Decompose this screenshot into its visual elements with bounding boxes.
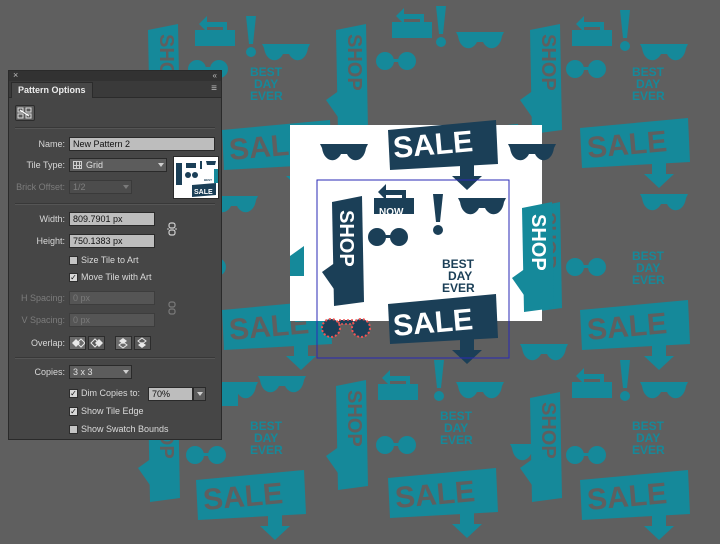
overlap-left-in-front-button[interactable] [69,336,86,350]
v-spacing-field[interactable]: 0 px [69,313,155,327]
brick-offset-label: Brick Offset: [16,182,65,192]
move-tile-with-art-label: Move Tile with Art [81,272,152,282]
show-swatch-bounds-label: Show Swatch Bounds [81,424,169,434]
panel-tab-row: Pattern Options ≡ [9,81,221,98]
dim-copies-dropdown-button[interactable] [193,387,206,401]
dim-copies-checkbox[interactable]: ✓ [69,389,78,398]
swatch-preview-art: SALE BEST [176,161,218,197]
overlap-bottom-icon [137,337,147,348]
grid-tile-icon [73,161,82,169]
svg-text:EVER: EVER [250,89,283,103]
height-field[interactable]: 750.1383 px [69,234,155,248]
overlap-bottom-in-front-button[interactable] [134,336,151,350]
overlap-right-icon [90,338,103,348]
collapse-icon[interactable]: « [213,70,217,81]
name-label: Name: [38,139,65,149]
svg-text:SHOP: SHOP [537,402,559,459]
svg-text:SHOP: SHOP [335,210,357,267]
svg-text:EVER: EVER [250,443,283,457]
copies-label: Copies: [34,367,65,377]
pattern-tile-tool-icon [17,107,32,119]
pattern-tile-tool-button[interactable] [15,105,35,121]
svg-text:EVER: EVER [632,273,665,287]
svg-text:EVER: EVER [440,433,473,447]
svg-text:EVER: EVER [442,281,475,295]
move-tile-with-art-checkbox[interactable]: ✓ [69,273,78,282]
show-tile-edge-checkbox[interactable]: ✓ [69,407,78,416]
svg-text:SALE: SALE [194,189,213,196]
close-icon[interactable]: × [13,70,18,81]
svg-text:SALE: SALE [202,477,285,517]
dim-copies-value[interactable]: 70% [148,387,193,401]
h-spacing-label: H Spacing: [20,293,65,303]
svg-text:NOW: NOW [379,207,404,218]
divider [15,357,215,359]
h-spacing-field[interactable]: 0 px [69,291,155,305]
pattern-options-panel: × « Pattern Options ≡ Name: New Pattern … [8,70,222,440]
show-tile-edge-label: Show Tile Edge [81,406,144,416]
height-label: Height: [36,236,65,246]
copies-value: 3 x 3 [73,367,93,377]
svg-text:EVER: EVER [632,443,665,457]
chevron-down-icon [123,185,129,189]
svg-text:SALE: SALE [586,477,669,517]
show-swatch-bounds-checkbox[interactable] [69,425,78,434]
link-proportions-icon[interactable] [167,222,177,236]
size-tile-to-art-label: Size Tile to Art [81,255,139,265]
brick-offset-value: 1/2 [73,182,86,192]
overlap-top-icon [118,338,128,349]
tile-type-value: Grid [86,160,104,170]
overlap-right-in-front-button[interactable] [88,336,105,350]
dim-copies-label: Dim Copies to: [81,388,141,398]
v-spacing-label: V Spacing: [21,315,65,325]
svg-text:SALE: SALE [392,125,475,165]
swatch-preview: SALE BEST [173,156,219,199]
tab-pattern-options[interactable]: Pattern Options [11,82,93,98]
svg-text:SALE: SALE [586,307,669,347]
svg-text:SALE: SALE [394,475,477,515]
tile-type-label: Tile Type: [26,160,65,170]
svg-text:EVER: EVER [632,89,665,103]
svg-text:SHOP: SHOP [343,390,365,447]
divider [15,203,215,205]
overlap-top-in-front-button[interactable] [115,336,132,350]
chevron-down-icon [197,392,203,396]
name-field[interactable]: New Pattern 2 [69,137,215,151]
overlap-left-icon [72,338,86,348]
link-spacing-icon[interactable] [167,301,177,315]
divider [15,127,215,129]
size-tile-to-art-checkbox[interactable] [69,256,78,265]
svg-text:SHOP: SHOP [343,34,365,91]
copies-select[interactable]: 3 x 3 [69,365,132,379]
chevron-down-icon [123,370,129,374]
overlap-label: Overlap: [30,338,65,348]
svg-text:SHOP: SHOP [527,214,549,271]
brick-offset-select[interactable]: 1/2 [69,180,132,194]
width-label: Width: [39,214,65,224]
chevron-down-icon [158,163,164,167]
svg-text:SALE: SALE [586,125,669,165]
svg-text:BEST: BEST [204,178,212,182]
panel-menu-icon[interactable]: ≡ [211,83,217,95]
dim-copies-combo[interactable]: 70% [148,387,206,401]
panel-title-bar[interactable]: × « [9,70,221,81]
svg-text:SHOP: SHOP [537,34,559,91]
tile-type-select[interactable]: Grid [69,158,167,172]
width-field[interactable]: 809.7901 px [69,212,155,226]
